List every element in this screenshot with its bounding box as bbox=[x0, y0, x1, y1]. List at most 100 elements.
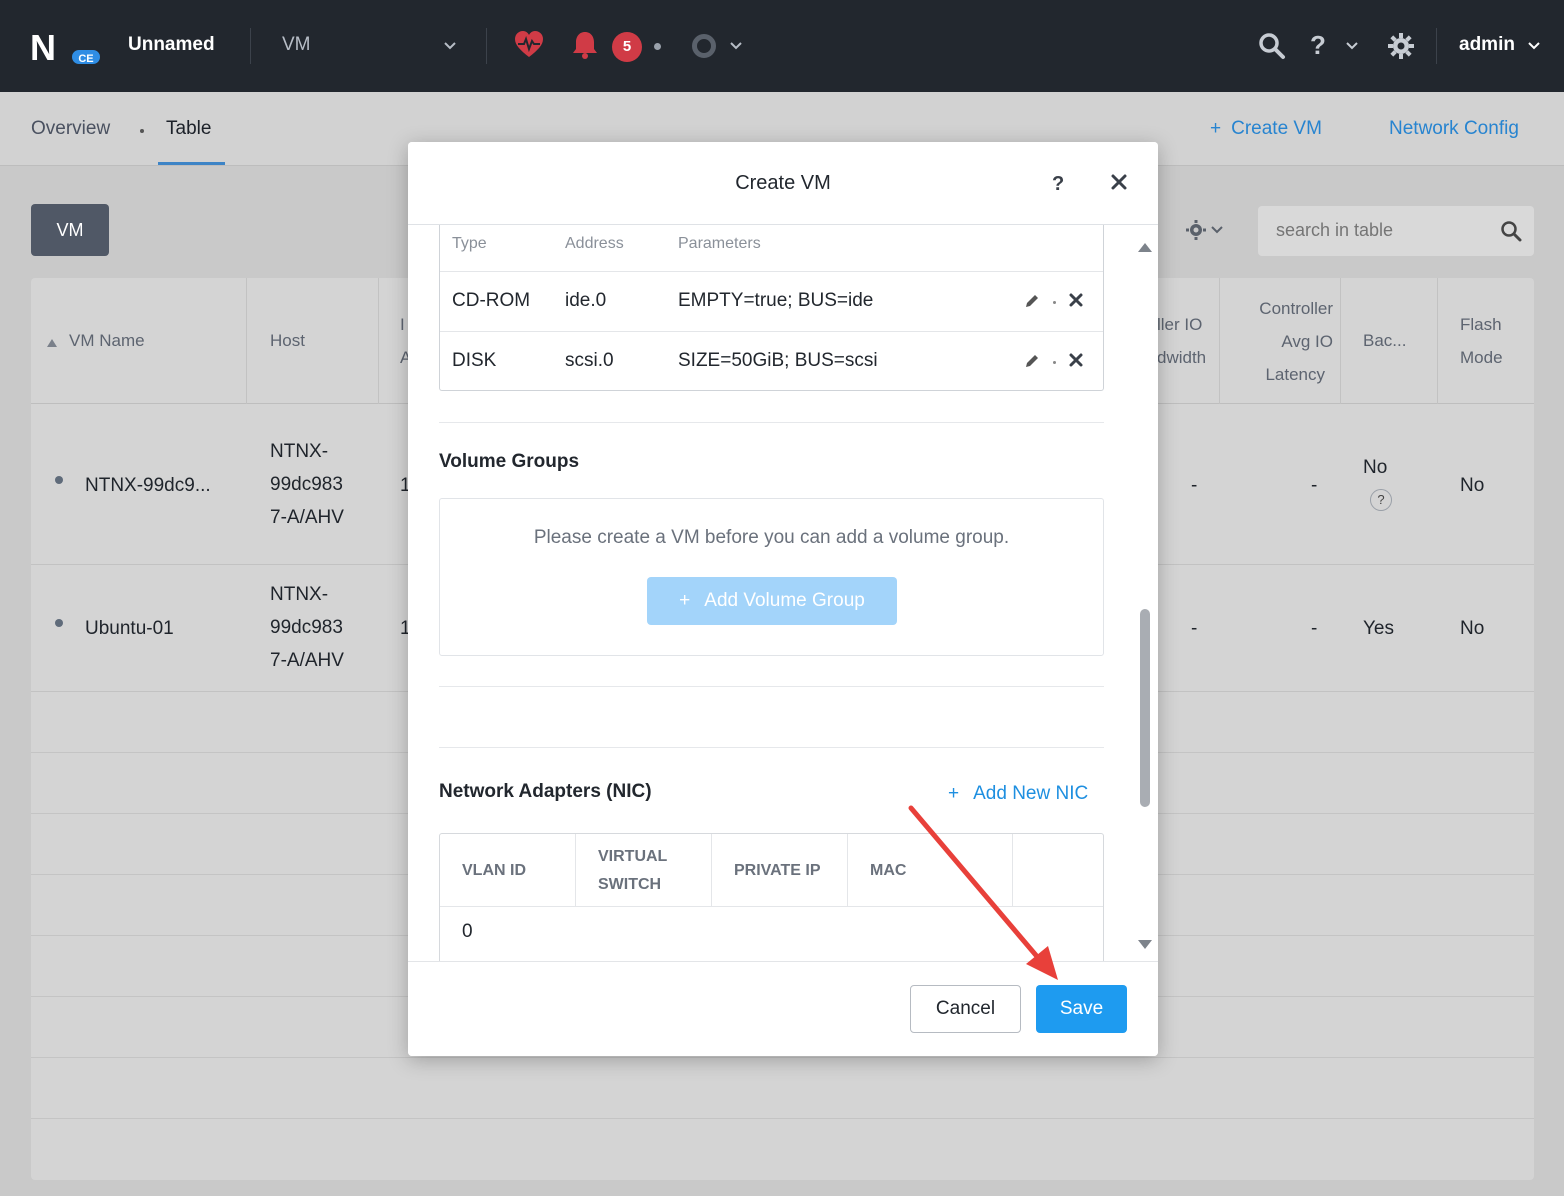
create-vm-dialog: Create VM ? Type Address Parameters CD-R… bbox=[408, 142, 1158, 1056]
controller-bandwidth: - bbox=[1191, 618, 1198, 639]
disk-row: DISK scsi.0 SIZE=50GiB; BUS=scsi bbox=[440, 331, 1103, 391]
search-input[interactable] bbox=[1276, 220, 1486, 241]
dialog-header: Create VM ? bbox=[408, 142, 1158, 225]
chevron-down-icon[interactable] bbox=[444, 38, 456, 54]
scroll-down-arrow-icon[interactable] bbox=[1138, 937, 1152, 955]
add-new-nic-link[interactable]: + Add New NIC bbox=[948, 783, 1088, 805]
col-type: Type bbox=[452, 235, 487, 252]
column-divider bbox=[711, 834, 712, 907]
host-name: 7-A/AHV bbox=[270, 650, 344, 671]
dialog-title: Create VM bbox=[735, 172, 831, 194]
action-separator bbox=[1053, 361, 1056, 364]
alerts-bell-icon[interactable] bbox=[571, 30, 599, 65]
add-new-nic-label: Add New NIC bbox=[973, 783, 1089, 804]
plus-icon: + bbox=[1210, 118, 1222, 139]
vm-name[interactable]: Ubuntu-01 bbox=[85, 612, 174, 645]
add-volume-group-button[interactable]: + Add Volume Group bbox=[647, 577, 897, 625]
col-vlan-id: VLAN ID bbox=[462, 862, 526, 879]
col-parameters: Parameters bbox=[678, 235, 761, 252]
plus-icon: + bbox=[679, 590, 691, 611]
logo-letter: N bbox=[30, 27, 56, 68]
nic-vlan-id: 0 bbox=[462, 921, 473, 942]
help-icon[interactable]: ? bbox=[1370, 489, 1392, 511]
dialog-body: Type Address Parameters CD-ROM ide.0 EMP… bbox=[408, 225, 1158, 961]
entity-selector[interactable]: VM bbox=[282, 34, 311, 56]
empty-table-row bbox=[31, 1058, 1534, 1119]
network-config-link[interactable]: Network Config bbox=[1389, 118, 1519, 140]
cluster-name[interactable]: Unnamed bbox=[128, 34, 215, 56]
disk-type: CD-ROM bbox=[452, 290, 531, 311]
col-flash-mode: Mode bbox=[1460, 348, 1503, 367]
volume-groups-panel: Please create a VM before you can add a … bbox=[439, 498, 1104, 656]
top-navigation-bar: N CE Unnamed VM 5 ? admin bbox=[0, 0, 1564, 92]
logo-ce-badge: CE bbox=[70, 48, 102, 66]
col-virtual-switch: VIRTUAL bbox=[598, 848, 668, 865]
col-controller-latency: Latency bbox=[1265, 365, 1325, 384]
disk-type: DISK bbox=[452, 350, 497, 371]
user-menu[interactable]: admin bbox=[1459, 34, 1515, 56]
create-vm-link[interactable]: + Create VM bbox=[1210, 118, 1322, 140]
active-tab-indicator bbox=[158, 162, 225, 165]
vm-name[interactable]: NTNX-99dc9... bbox=[85, 469, 211, 502]
col-host[interactable]: Host bbox=[270, 324, 305, 357]
col-private-ip: PRIVATE IP bbox=[734, 862, 821, 879]
delete-x-icon[interactable] bbox=[1068, 352, 1084, 373]
chevron-down-icon[interactable] bbox=[1528, 38, 1540, 54]
dialog-help-icon[interactable]: ? bbox=[1052, 173, 1064, 196]
col-vm-name[interactable]: VM Name bbox=[69, 324, 145, 357]
flash-mode-value: No bbox=[1460, 618, 1485, 639]
network-adapters-title: Network Adapters (NIC) bbox=[439, 781, 652, 802]
section-divider bbox=[439, 747, 1104, 748]
chevron-down-icon[interactable] bbox=[730, 38, 742, 54]
edit-pencil-icon[interactable] bbox=[1024, 353, 1040, 374]
tasks-circle-icon[interactable] bbox=[692, 34, 716, 58]
tab-overview[interactable]: Overview bbox=[31, 118, 110, 140]
scroll-up-arrow-icon[interactable] bbox=[1138, 239, 1152, 257]
health-heart-icon[interactable] bbox=[514, 30, 544, 65]
nutanix-logo[interactable]: N CE bbox=[30, 27, 102, 68]
settings-gear-icon[interactable] bbox=[1387, 32, 1415, 65]
table-settings-gear-icon[interactable] bbox=[1186, 218, 1226, 248]
host-name: NTNX- bbox=[270, 441, 329, 462]
column-divider bbox=[575, 834, 576, 907]
disk-address: scsi.0 bbox=[565, 350, 614, 371]
chevron-down-icon[interactable] bbox=[1346, 38, 1358, 54]
alert-count-badge[interactable]: 5 bbox=[612, 32, 642, 62]
delete-x-icon[interactable] bbox=[1068, 292, 1084, 313]
disk-parameters: SIZE=50GiB; BUS=scsi bbox=[678, 350, 878, 371]
table-search[interactable] bbox=[1258, 206, 1534, 256]
dialog-footer: Cancel Save bbox=[408, 961, 1158, 1056]
backup-value: No bbox=[1363, 457, 1388, 478]
cancel-button[interactable]: Cancel bbox=[910, 985, 1021, 1033]
disk-row: CD-ROM ide.0 EMPTY=true; BUS=ide bbox=[440, 271, 1103, 331]
search-icon[interactable] bbox=[1258, 32, 1286, 65]
col-controller-latency: Avg IO bbox=[1281, 332, 1333, 351]
column-divider bbox=[1012, 834, 1013, 907]
host-name: 99dc983 bbox=[270, 617, 343, 638]
sort-asc-icon[interactable] bbox=[47, 334, 57, 352]
section-divider bbox=[439, 422, 1104, 423]
controller-latency: - bbox=[1311, 618, 1318, 639]
divider bbox=[250, 28, 251, 64]
col-controller-bandwidth[interactable]: ller IO bbox=[1157, 308, 1202, 341]
search-icon[interactable] bbox=[1500, 220, 1522, 247]
disks-table: Type Address Parameters CD-ROM ide.0 EMP… bbox=[439, 225, 1104, 391]
tab-table[interactable]: Table bbox=[166, 118, 211, 140]
edit-pencil-icon[interactable] bbox=[1024, 293, 1040, 314]
col-backup[interactable]: Bac... bbox=[1363, 324, 1406, 357]
column-divider bbox=[1437, 278, 1438, 404]
close-icon[interactable] bbox=[1109, 172, 1129, 197]
col-ip-partial[interactable]: I bbox=[400, 308, 405, 341]
status-dot bbox=[55, 619, 63, 627]
flash-mode-value: No bbox=[1460, 475, 1485, 496]
controller-bandwidth: - bbox=[1191, 475, 1198, 496]
section-divider bbox=[439, 686, 1104, 687]
column-divider bbox=[1340, 278, 1341, 404]
help-icon[interactable]: ? bbox=[1310, 30, 1326, 61]
save-button[interactable]: Save bbox=[1036, 985, 1127, 1033]
scrollbar-thumb[interactable] bbox=[1140, 609, 1150, 807]
vm-filter-button[interactable]: VM bbox=[31, 204, 109, 256]
plus-icon: + bbox=[948, 783, 960, 804]
col-controller-latency[interactable]: Controller bbox=[1239, 292, 1333, 325]
col-flash-mode[interactable]: Flash bbox=[1460, 308, 1502, 341]
